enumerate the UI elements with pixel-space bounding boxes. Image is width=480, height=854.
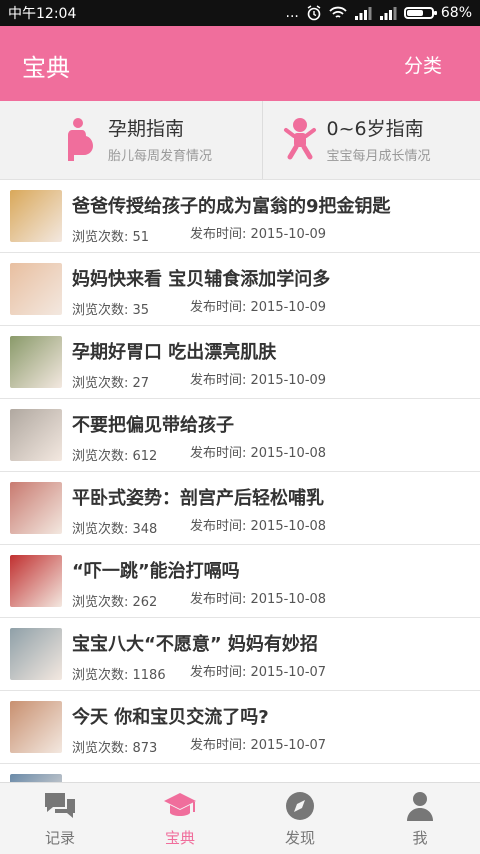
article-date: 发布时间: 2015-10-08 [190,515,326,534]
status-time: 中午12:04 [8,3,76,23]
tab-discover-label: 发现 [285,827,315,848]
article-thumbnail [10,263,62,315]
app-header: 宝典 分类 [0,26,480,101]
pregnancy-guide-button[interactable]: 孕期指南 胎儿每周发育情况 [0,101,263,179]
article-date: 发布时间: 2015-10-08 [190,442,326,461]
article-item[interactable]: 不要把偏见带给孩子 浏览次数: 612 发布时间: 2015-10-08 [0,399,480,472]
tab-records[interactable]: 记录 [0,783,120,854]
article-date: 发布时间: 2015-10-08 [190,588,326,607]
tab-records-label: 记录 [45,827,75,848]
article-item[interactable]: 爸爸传授给孩子的成为富翁的9把金钥匙 浏览次数: 51 发布时间: 2015-1… [0,180,480,253]
signal-icon-2 [379,6,397,20]
article-item[interactable]: 今天 你和宝贝交流了吗? 浏览次数: 873 发布时间: 2015-10-07 [0,691,480,764]
baby-guide-subtitle: 宝宝每月成长情况 [327,145,431,164]
status-bar: 中午12:04 ... 68% [0,0,480,26]
article-views: 浏览次数: 612 [72,445,157,464]
article-views: 浏览次数: 35 [72,299,149,318]
battery-icon [404,7,434,19]
page-title: 宝典 [22,48,70,83]
pregnant-icon [64,117,96,161]
baby-guide-button[interactable]: 0~6岁指南 宝宝每月成长情况 [263,101,480,179]
tab-me[interactable]: 我 [360,783,480,854]
chat-icon [43,791,77,821]
tab-me-label: 我 [412,827,427,848]
article-title: 今天 你和宝贝交流了吗? [72,703,269,729]
article-date: 发布时间: 2015-10-09 [190,223,326,242]
article-item[interactable]: “吓一跳”能治打嗝吗 浏览次数: 262 发布时间: 2015-10-08 [0,545,480,618]
tab-guide[interactable]: 宝典 [120,783,240,854]
article-date: 发布时间: 2015-10-09 [190,369,326,388]
status-icons: ... 68% [286,5,472,21]
graduation-cap-icon [162,791,198,821]
tab-discover[interactable]: 发现 [240,783,360,854]
article-title: 平卧式姿势：剖宫产后轻松哺乳 [72,484,324,510]
article-thumbnail [10,555,62,607]
article-views: 浏览次数: 27 [72,372,149,391]
article-item[interactable]: 宝宝八大“不愿意” 妈妈有妙招 浏览次数: 1186 发布时间: 2015-10… [0,618,480,691]
article-item[interactable]: 平卧式姿势：剖宫产后轻松哺乳 浏览次数: 348 发布时间: 2015-10-0… [0,472,480,545]
tab-guide-label: 宝典 [165,827,195,848]
category-button[interactable]: 分类 [404,51,442,78]
compass-icon [284,791,316,821]
article-title: 妈妈快来看 宝贝辅食添加学问多 [72,265,330,291]
article-thumbnail [10,409,62,461]
article-thumbnail [10,190,62,242]
article-item[interactable]: 孕期好胃口 吃出漂亮肌肤 浏览次数: 27 发布时间: 2015-10-09 [0,326,480,399]
alarm-icon [306,5,322,21]
article-thumbnail [10,482,62,534]
signal-icon-1 [354,6,372,20]
battery-percent: 68% [441,5,472,21]
article-title: 宝宝八大“不愿意” 妈妈有妙招 [72,630,318,656]
article-date: 发布时间: 2015-10-09 [190,296,326,315]
article-item[interactable] [0,764,480,782]
article-title: 不要把偏见带给孩子 [72,411,234,437]
article-thumbnail [10,774,62,782]
more-dots: ... [286,5,299,21]
article-views: 浏览次数: 262 [72,591,157,610]
wifi-icon [329,6,347,20]
guide-bar: 孕期指南 胎儿每周发育情况 0~6岁指南 宝宝每月成长情况 [0,101,480,180]
article-date: 发布时间: 2015-10-07 [190,734,326,753]
article-title: 爸爸传授给孩子的成为富翁的9把金钥匙 [72,192,391,218]
article-views: 浏览次数: 1186 [72,664,166,683]
baby-icon [283,117,317,161]
article-thumbnail [10,336,62,388]
pregnancy-guide-subtitle: 胎儿每周发育情况 [108,145,212,164]
pregnancy-guide-title: 孕期指南 [108,117,212,141]
article-list: 爸爸传授给孩子的成为富翁的9把金钥匙 浏览次数: 51 发布时间: 2015-1… [0,180,480,782]
article-views: 浏览次数: 51 [72,226,149,245]
article-thumbnail [10,701,62,753]
article-date: 发布时间: 2015-10-07 [190,661,326,680]
baby-guide-title: 0~6岁指南 [327,117,431,141]
article-title: 孕期好胃口 吃出漂亮肌肤 [72,338,276,364]
person-icon [405,791,435,821]
article-title: “吓一跳”能治打嗝吗 [72,557,240,583]
bottom-tab-bar: 记录 宝典 发现 我 [0,782,480,854]
article-item[interactable]: 妈妈快来看 宝贝辅食添加学问多 浏览次数: 35 发布时间: 2015-10-0… [0,253,480,326]
article-views: 浏览次数: 348 [72,518,157,537]
article-thumbnail [10,628,62,680]
article-views: 浏览次数: 873 [72,737,157,756]
